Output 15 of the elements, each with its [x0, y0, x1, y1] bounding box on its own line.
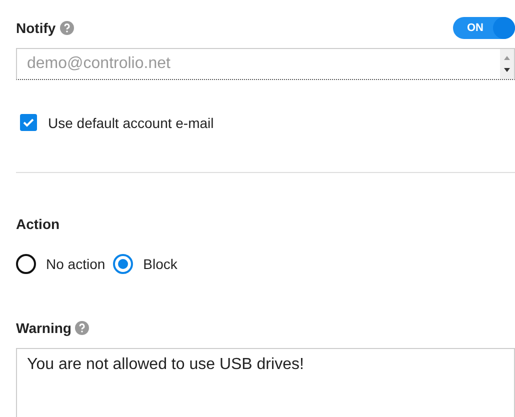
- notify-label: Notify: [16, 20, 56, 36]
- radio-label: No action: [46, 256, 106, 272]
- email-field[interactable]: demo@controlio.net: [16, 48, 515, 80]
- spinner-icon[interactable]: [500, 49, 514, 79]
- radio-label: Block: [143, 256, 178, 272]
- warning-label: Warning: [16, 320, 72, 336]
- help-icon[interactable]: [75, 321, 90, 335]
- radio-button[interactable]: [16, 254, 36, 274]
- radio-button[interactable]: [113, 254, 134, 274]
- checkmark-icon: [22, 116, 35, 129]
- default-email-checkbox[interactable]: [20, 114, 37, 131]
- checkbox-label: Use default account e-mail: [48, 114, 214, 130]
- help-icon[interactable]: [60, 21, 74, 35]
- action-label: Action: [16, 216, 60, 232]
- warning-message-field[interactable]: You are not allowed to use USB drives!: [16, 348, 515, 417]
